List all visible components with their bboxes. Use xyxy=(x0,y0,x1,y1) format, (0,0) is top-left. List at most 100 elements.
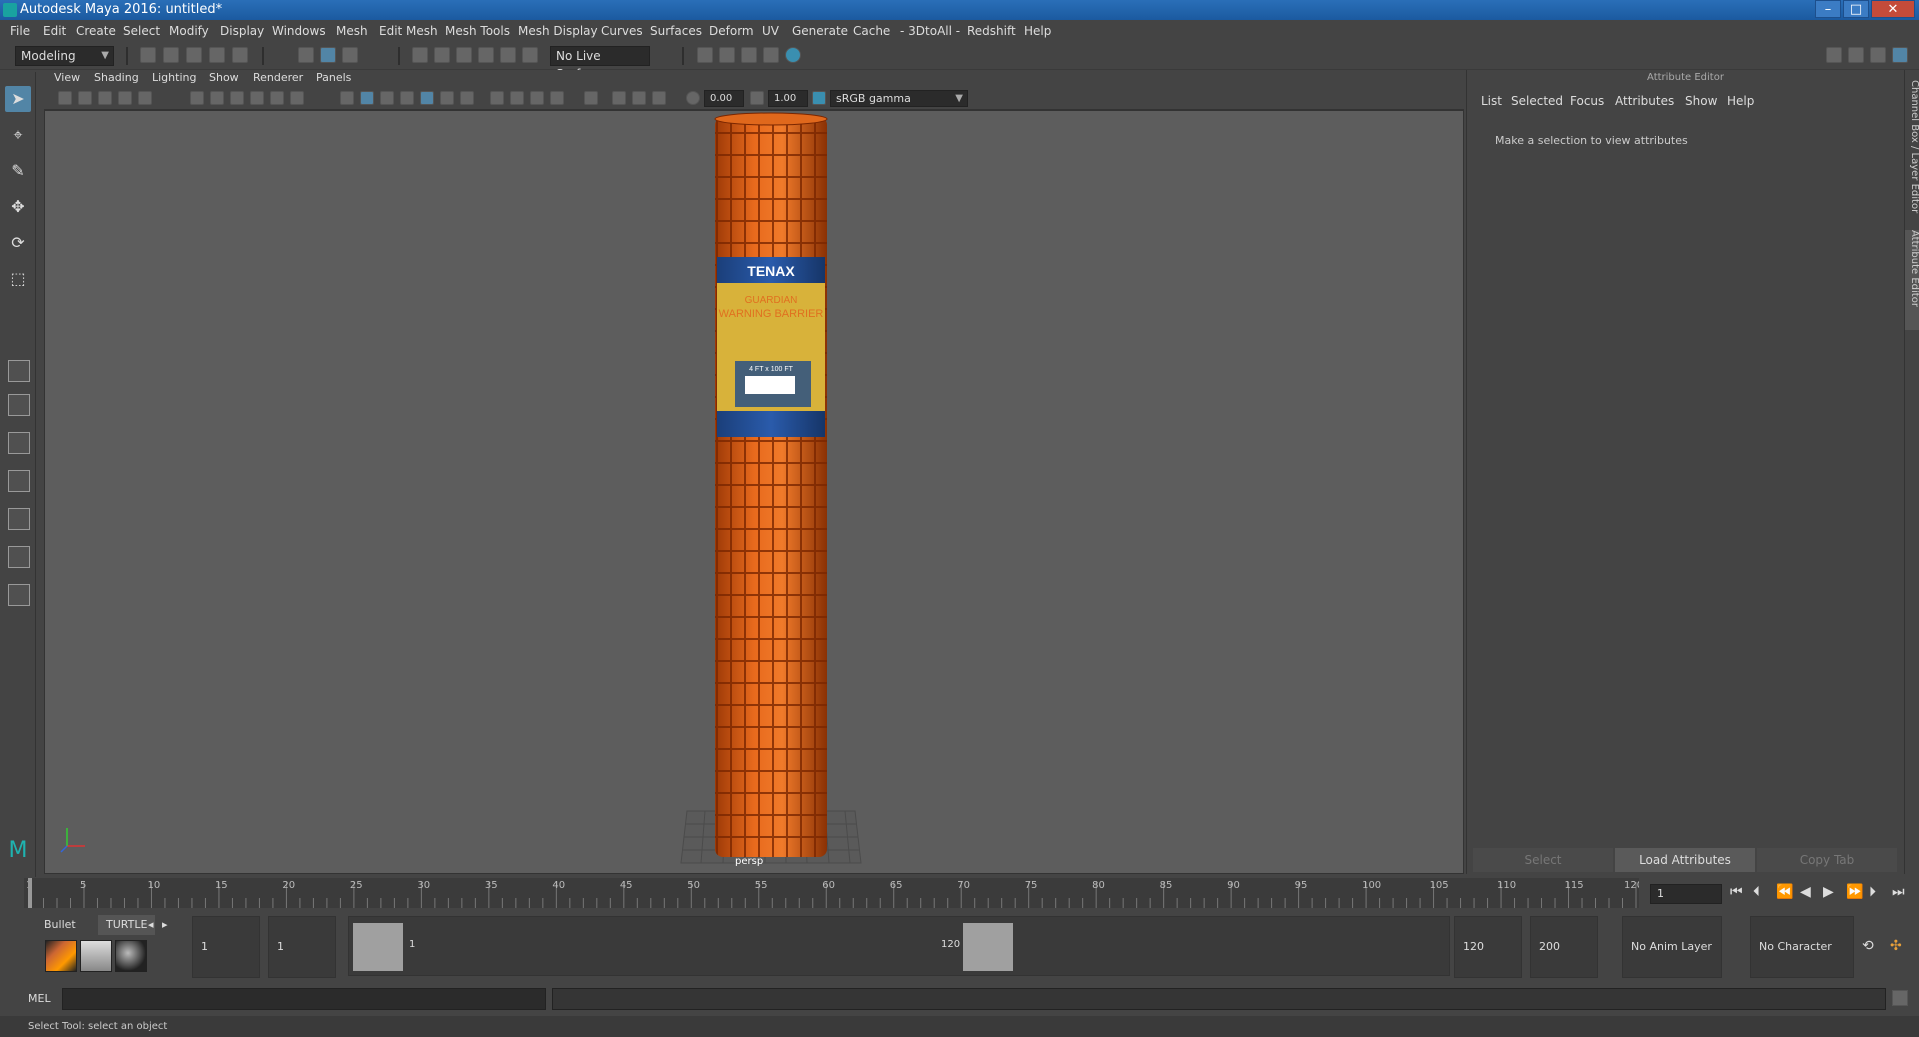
maximize-button[interactable]: □ xyxy=(1843,0,1869,18)
step-forward-key-icon[interactable]: ⏩ xyxy=(1846,884,1863,900)
range-slider[interactable]: 1 120 xyxy=(348,916,1450,976)
layout-icon[interactable] xyxy=(1848,47,1864,63)
shelf-scroll-right-icon[interactable]: ▸ xyxy=(154,915,176,935)
attr-menu-focus[interactable]: Focus xyxy=(1570,94,1604,108)
menu-3dtoall[interactable]: - 3DtoAll - xyxy=(900,24,960,38)
turtle-bake-icon[interactable] xyxy=(80,940,112,972)
resolution-gate-icon[interactable] xyxy=(230,91,244,105)
menu-deform[interactable]: Deform xyxy=(709,24,754,38)
attr-menu-list[interactable]: List xyxy=(1481,94,1502,108)
persp-graph-layout-icon[interactable] xyxy=(8,470,30,492)
exposure-field[interactable]: 0.00 xyxy=(704,90,744,107)
screen-space-ao-icon[interactable] xyxy=(490,91,504,105)
menu-file[interactable]: File xyxy=(10,24,30,38)
viewport-menu-show[interactable]: Show xyxy=(209,71,239,84)
menu-set-dropdown[interactable]: Modeling ▼ xyxy=(15,46,114,66)
field-chart-icon[interactable] xyxy=(270,91,284,105)
xray-joints-icon[interactable] xyxy=(612,91,626,105)
ipr-render-icon[interactable] xyxy=(741,47,757,63)
go-to-start-icon[interactable]: ⏮ xyxy=(1730,884,1743,900)
snap-curve-icon[interactable] xyxy=(434,47,450,63)
menu-mesh-display[interactable]: Mesh Display xyxy=(518,24,598,38)
persp-outliner-layout-icon[interactable] xyxy=(8,432,30,454)
time-slider[interactable]: 1510152025303540455055606570758085909510… xyxy=(24,878,1643,908)
playback-start-field[interactable]: 1 xyxy=(268,916,336,978)
menu-generate[interactable]: Generate xyxy=(792,24,848,38)
image-plane-icon[interactable] xyxy=(118,91,132,105)
lasso-tool-icon[interactable]: ⌖ xyxy=(5,122,31,148)
smooth-shade-icon[interactable] xyxy=(360,91,374,105)
menu-create[interactable]: Create xyxy=(76,24,116,38)
select-component-icon[interactable] xyxy=(342,47,358,63)
range-start-handle[interactable] xyxy=(353,923,403,971)
close-button[interactable]: ✕ xyxy=(1871,0,1915,18)
select-hierarchy-icon[interactable] xyxy=(298,47,314,63)
outliner-icon[interactable] xyxy=(1870,47,1886,63)
menu-surfaces[interactable]: Surfaces xyxy=(650,24,702,38)
viewport-menu-renderer[interactable]: Renderer xyxy=(253,71,303,84)
gate-mask-icon[interactable] xyxy=(250,91,264,105)
current-frame-field[interactable]: 1 xyxy=(1650,884,1722,904)
render-frame-icon[interactable] xyxy=(719,47,735,63)
attr-menu-attributes[interactable]: Attributes xyxy=(1615,94,1674,108)
snap-surface-icon[interactable] xyxy=(500,47,516,63)
scale-tool-icon[interactable]: ⬚ xyxy=(5,266,31,292)
viewport-menu-panels[interactable]: Panels xyxy=(316,71,351,84)
render-view-icon[interactable] xyxy=(763,47,779,63)
character-set-dropdown[interactable]: No Character Set xyxy=(1750,916,1854,1013)
menu-mesh-tools[interactable]: Mesh Tools xyxy=(445,24,510,38)
snap-point-icon[interactable] xyxy=(456,47,472,63)
use-all-lights-icon[interactable] xyxy=(440,91,454,105)
textured-icon[interactable] xyxy=(420,91,434,105)
load-attributes-button[interactable]: Load Attributes xyxy=(1615,848,1755,872)
move-tool-icon[interactable]: ✥ xyxy=(5,194,31,220)
turtle-material-icon[interactable] xyxy=(115,940,147,972)
viewport-menu-lighting[interactable]: Lighting xyxy=(152,71,196,84)
render-settings-icon[interactable] xyxy=(697,47,713,63)
save-scene-icon[interactable] xyxy=(186,47,202,63)
auto-key-icon[interactable]: ⟲ xyxy=(1862,938,1874,954)
play-backwards-icon[interactable]: ◀ xyxy=(1800,884,1811,900)
channel-box-toggle-icon[interactable] xyxy=(1892,47,1908,63)
tab-attribute-editor[interactable]: Attribute Editor xyxy=(1905,230,1919,330)
menu-modify[interactable]: Modify xyxy=(169,24,209,38)
hypershade-icon[interactable] xyxy=(785,47,801,63)
workspace-icon[interactable] xyxy=(1826,47,1842,63)
live-surface-field[interactable]: No Live Surface xyxy=(550,46,650,81)
snap-grid-icon[interactable] xyxy=(412,47,428,63)
step-forward-icon[interactable]: ⏵ xyxy=(1869,884,1876,900)
undo-icon[interactable] xyxy=(209,47,225,63)
minimize-button[interactable]: – xyxy=(1815,0,1841,18)
color-management-icon[interactable] xyxy=(812,91,826,105)
select-object-icon[interactable] xyxy=(320,47,336,63)
command-input[interactable] xyxy=(62,988,546,1010)
redo-icon[interactable] xyxy=(232,47,248,63)
copy-tab-button[interactable]: Copy Tab xyxy=(1757,848,1897,872)
safe-action-icon[interactable] xyxy=(290,91,304,105)
attr-menu-help[interactable]: Help xyxy=(1727,94,1754,108)
xray-active-icon[interactable] xyxy=(632,91,646,105)
script-editor-icon[interactable] xyxy=(1892,990,1908,1006)
rotate-tool-icon[interactable]: ⟳ xyxy=(5,230,31,256)
xray-icon[interactable] xyxy=(400,91,414,105)
menu-curves[interactable]: Curves xyxy=(601,24,643,38)
film-gate-icon[interactable] xyxy=(210,91,224,105)
bookmark-icon[interactable] xyxy=(98,91,112,105)
animation-end-field[interactable]: 200 xyxy=(1530,916,1598,978)
backface-culling-icon[interactable] xyxy=(652,91,666,105)
perspective-viewport[interactable]: TENAX GUARDIAN WARNING BARRIER 4 FT x 10… xyxy=(44,110,1464,874)
turtle-render-icon[interactable] xyxy=(45,940,77,972)
new-scene-icon[interactable] xyxy=(140,47,156,63)
grid-toggle-icon[interactable] xyxy=(190,91,204,105)
anim-layer-dropdown[interactable]: No Anim Layer xyxy=(1622,916,1722,978)
grease-pencil-icon[interactable] xyxy=(138,91,152,105)
single-perspective-view-icon[interactable] xyxy=(8,360,30,382)
attr-menu-selected[interactable]: Selected xyxy=(1511,94,1563,108)
viewport-menu-view[interactable]: View xyxy=(54,71,80,84)
wireframe-icon[interactable] xyxy=(340,91,354,105)
isolate-select-icon[interactable] xyxy=(584,91,598,105)
menu-select[interactable]: Select xyxy=(123,24,160,38)
range-end-handle[interactable] xyxy=(963,923,1013,971)
wireframe-on-shaded-icon[interactable] xyxy=(380,91,394,105)
menu-help[interactable]: Help xyxy=(1024,24,1051,38)
